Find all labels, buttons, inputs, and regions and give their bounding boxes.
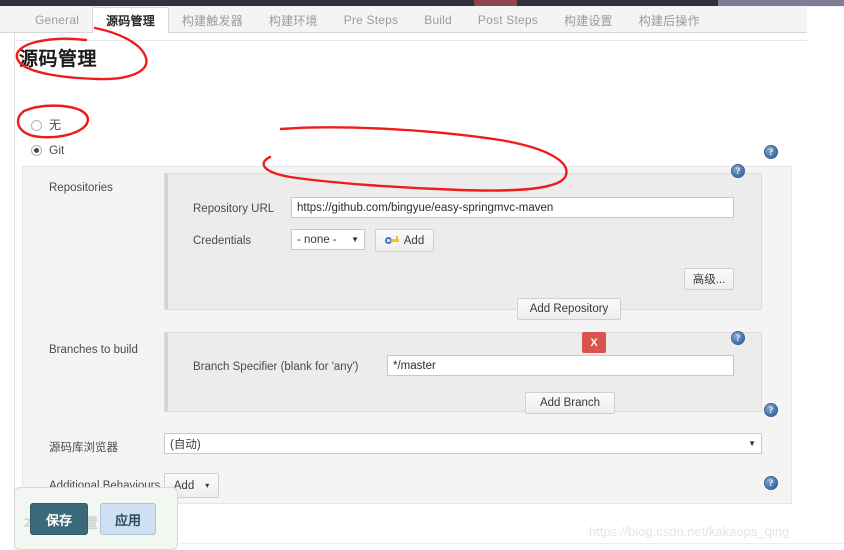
repositories-section-label: Repositories <box>49 182 113 194</box>
add-credentials-label: Add <box>404 235 424 247</box>
tab-5[interactable]: Build <box>411 7 465 33</box>
footer-divider <box>180 543 844 544</box>
save-button[interactable]: 保存 <box>30 503 88 535</box>
help-icon-repository-url[interactable]: ? <box>731 164 745 178</box>
branch-specifier-label: Branch Specifier (blank for 'any') <box>193 361 358 373</box>
tab-7[interactable]: 构建设置 <box>551 7 626 33</box>
repository-url-label: Repository URL <box>193 203 274 215</box>
scm-radio-git[interactable]: Git <box>31 144 64 156</box>
repository-browser-label: 源码库浏览器 <box>49 439 118 455</box>
branch-card: Branch Specifier (blank for 'any') <box>164 332 762 412</box>
help-icon-branch-specifier[interactable]: ? <box>731 331 745 345</box>
tab-1[interactable]: 源码管理 <box>92 7 169 34</box>
add-repository-button[interactable]: Add Repository <box>517 298 621 320</box>
scm-radio-none[interactable]: 无 <box>31 119 61 131</box>
advanced-button[interactable]: 高级... <box>684 268 734 290</box>
add-branch-button[interactable]: Add Branch <box>525 392 615 414</box>
radio-none-indicator <box>31 120 42 131</box>
tab-label: 源码管理 <box>106 12 155 29</box>
chrome-segment-right <box>718 0 844 6</box>
scm-radio-none-label: 无 <box>49 119 61 131</box>
content-top-divider <box>14 40 807 41</box>
tab-8[interactable]: 构建后操作 <box>626 7 713 33</box>
delete-branch-button[interactable]: X <box>582 332 606 353</box>
repository-url-input[interactable] <box>291 197 734 218</box>
chevron-down-icon: ▼ <box>748 440 756 448</box>
repository-browser-select[interactable]: (自动) ▼ <box>164 433 762 454</box>
credentials-label: Credentials <box>193 235 251 247</box>
credentials-selected-value: - none - <box>297 234 337 246</box>
browser-chrome-strip <box>0 0 844 7</box>
tab-6[interactable]: Post Steps <box>465 7 551 33</box>
add-credentials-button[interactable]: Add <box>375 229 434 252</box>
branches-section-label: Branches to build <box>49 344 138 356</box>
help-icon-git[interactable]: ? <box>764 145 778 159</box>
tab-bar-right-filler <box>807 7 844 33</box>
chevron-down-icon: ▼ <box>351 236 359 244</box>
tab-4[interactable]: Pre Steps <box>331 7 412 33</box>
repository-card-rail <box>165 174 168 309</box>
help-icon-subversion[interactable]: ? <box>764 476 778 490</box>
radio-git-indicator <box>31 145 42 156</box>
tab-3[interactable]: 构建环境 <box>256 7 331 33</box>
tab-list: General 源码管理 构建触发器 构建环境 Pre Steps Build Post S… <box>22 7 713 33</box>
repository-browser-value: (自动) <box>170 436 201 452</box>
chevron-down-icon: ▾ <box>205 482 209 490</box>
tab-0[interactable]: General <box>22 7 92 33</box>
tab-label: 构建后操作 <box>639 12 700 29</box>
credentials-select[interactable]: - none - ▼ <box>291 229 365 250</box>
tab-label: Pre Steps <box>344 13 399 27</box>
branch-card-rail <box>165 333 168 411</box>
config-tab-bar: General 源码管理 构建触发器 构建环境 Pre Steps Build Post S… <box>0 7 844 33</box>
tab-label: 构建触发器 <box>182 12 243 29</box>
page-title: 源码管理 <box>19 44 97 71</box>
branch-specifier-input[interactable] <box>387 355 734 376</box>
config-page-body: 源码管理 无 Git Repositories Repository URL C… <box>0 33 844 550</box>
chrome-segment-accent <box>474 0 517 6</box>
jenkins-job-config-screen: General 源码管理 构建触发器 构建环境 Pre Steps Build Post S… <box>0 0 844 550</box>
help-icon-repository-browser[interactable]: ? <box>764 403 778 417</box>
tab-label: 构建设置 <box>564 12 613 29</box>
chrome-segment-mid <box>517 0 718 6</box>
tab-label: 构建环境 <box>269 12 318 29</box>
git-settings-panel: Repositories Repository URL Credentials … <box>22 166 792 504</box>
tab-label: Post Steps <box>478 13 538 27</box>
watermark-text: https://blog.csdn.net/kakaops_qing <box>589 524 789 539</box>
repository-card: Repository URL Credentials - none - ▼ Ad… <box>164 173 762 310</box>
key-icon <box>385 236 399 245</box>
tab-2[interactable]: 构建触发器 <box>169 7 256 33</box>
chrome-segment-left <box>0 0 474 6</box>
apply-button[interactable]: 应用 <box>100 503 156 535</box>
scm-radio-git-label: Git <box>49 144 64 156</box>
tab-label: Build <box>424 13 452 27</box>
tab-label: General <box>35 13 79 27</box>
